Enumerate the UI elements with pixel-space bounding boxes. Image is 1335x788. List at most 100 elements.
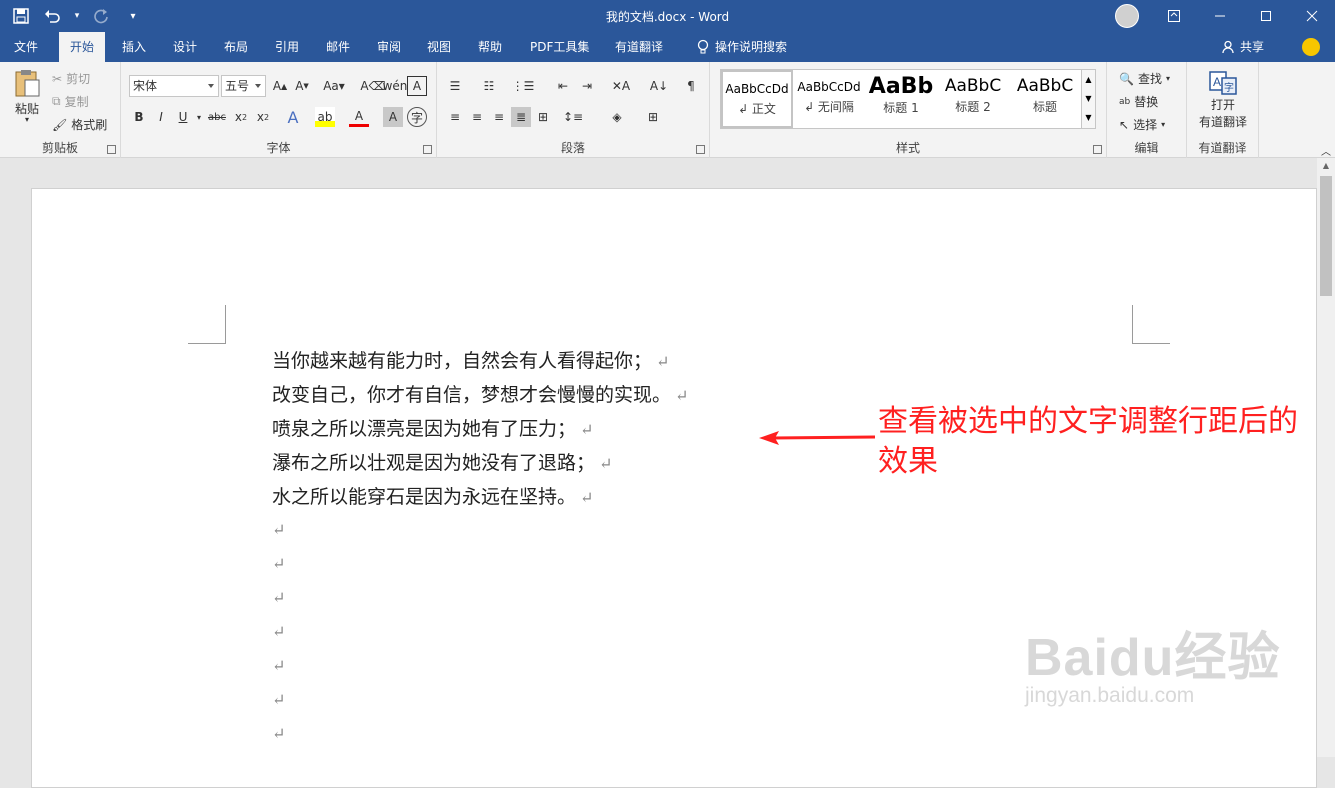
- tell-me-search[interactable]: 操作说明搜索: [686, 32, 798, 62]
- brush-icon: 🖌: [52, 117, 68, 132]
- empty-paragraph-mark[interactable]: ↵: [272, 520, 285, 539]
- style-normal[interactable]: AaBbCcDd ↲ 正文: [721, 70, 793, 128]
- change-case-icon[interactable]: Aa▾: [319, 76, 349, 96]
- style-heading-2[interactable]: AaBbC 标题 2: [937, 70, 1009, 128]
- empty-paragraph-mark[interactable]: ↵: [272, 588, 285, 607]
- tab-file[interactable]: 文件: [3, 32, 49, 62]
- tab-layout[interactable]: 布局: [213, 32, 259, 62]
- tab-insert[interactable]: 插入: [111, 32, 157, 62]
- tab-design[interactable]: 设计: [162, 32, 208, 62]
- tab-home[interactable]: 开始: [59, 32, 106, 62]
- tab-help[interactable]: 帮助: [467, 32, 513, 62]
- style-title[interactable]: AaBbC 标题: [1009, 70, 1081, 128]
- lightbulb-icon: [697, 39, 709, 54]
- font-launcher-icon[interactable]: [423, 145, 432, 154]
- empty-paragraph-mark[interactable]: ↵: [272, 622, 285, 641]
- multilevel-list-icon[interactable]: ⋮☰: [512, 76, 535, 96]
- highlight-icon[interactable]: ab: [315, 107, 335, 127]
- underline-dropdown-icon[interactable]: ▾: [189, 107, 209, 127]
- font-size-combo[interactable]: 五号: [221, 75, 266, 97]
- chevron-down-icon[interactable]: ▼: [1082, 89, 1095, 108]
- user-avatar[interactable]: [1115, 4, 1139, 28]
- document-line[interactable]: 瀑布之所以壮观是因为她没有了退路； ↵: [272, 448, 612, 475]
- italic-icon[interactable]: I: [151, 107, 171, 127]
- collapse-ribbon-icon[interactable]: ︿: [1316, 140, 1335, 160]
- tab-pdf-tools[interactable]: PDF工具集: [519, 32, 600, 62]
- character-shading-icon[interactable]: A: [383, 107, 403, 127]
- smiley-feedback-icon[interactable]: [1302, 38, 1320, 56]
- borders-icon[interactable]: ⊞: [643, 107, 663, 127]
- numbering-icon[interactable]: ☷: [479, 76, 499, 96]
- document-line[interactable]: 当你越来越有能力时，自然会有人看得起你； ↵: [272, 346, 669, 373]
- subscript-icon[interactable]: x2: [231, 107, 251, 127]
- decrease-indent-icon[interactable]: ⇤: [553, 76, 573, 96]
- styles-group-label: 样式: [895, 141, 920, 155]
- increase-indent-icon[interactable]: ⇥: [577, 76, 597, 96]
- ribbon-display-options-icon[interactable]: [1151, 0, 1197, 32]
- strikethrough-icon[interactable]: abc: [207, 107, 227, 127]
- empty-paragraph-mark[interactable]: ↵: [272, 656, 285, 675]
- style-heading-1[interactable]: AaBb 标题 1: [865, 70, 937, 128]
- bold-icon[interactable]: B: [129, 107, 149, 127]
- tab-references[interactable]: 引用: [264, 32, 310, 62]
- text-effects-icon[interactable]: A: [283, 107, 303, 127]
- sort-icon[interactable]: A↓: [649, 76, 669, 96]
- close-icon[interactable]: [1289, 0, 1335, 32]
- enclose-characters-icon[interactable]: 字: [407, 107, 427, 127]
- chevron-up-icon[interactable]: ▲: [1082, 70, 1095, 89]
- style-gallery-scroll[interactable]: ▲ ▼ ▼: [1081, 69, 1096, 129]
- format-painter-button[interactable]: 🖌 格式刷: [52, 116, 107, 133]
- style-no-spacing[interactable]: AaBbCcDd ↲ 无间隔: [793, 70, 865, 128]
- phonetic-guide-icon[interactable]: wén: [383, 76, 408, 96]
- empty-paragraph-mark[interactable]: ↵: [272, 690, 285, 709]
- paragraph-mark-icon: ↵: [580, 420, 594, 439]
- document-line[interactable]: 改变自己，你才有自信，梦想才会慢慢的实现。 ↵: [272, 380, 688, 407]
- maximize-icon[interactable]: [1243, 0, 1289, 32]
- empty-paragraph-mark[interactable]: ↵: [272, 554, 285, 573]
- line-spacing-icon[interactable]: ↕≡: [563, 107, 583, 127]
- tab-view[interactable]: 视图: [416, 32, 462, 62]
- clear-formatting-icon[interactable]: A⌫: [360, 76, 385, 96]
- vertical-scrollbar[interactable]: ▲: [1317, 158, 1335, 757]
- crop-mark-top-left: [188, 305, 226, 344]
- empty-paragraph-mark[interactable]: ↵: [272, 724, 285, 743]
- justify-icon[interactable]: ≣: [511, 107, 531, 127]
- scrollbar-thumb[interactable]: [1320, 176, 1332, 296]
- paragraph-mark-icon: ↵: [675, 386, 689, 405]
- paragraph-launcher-icon[interactable]: [696, 145, 705, 154]
- cut-button[interactable]: ✂ 剪切: [52, 70, 90, 87]
- font-color-icon[interactable]: A: [349, 107, 369, 127]
- style-heading-1-sample: AaBb: [868, 74, 934, 99]
- copy-button[interactable]: ⧉ 复制: [52, 93, 89, 110]
- clipboard-launcher-icon[interactable]: [107, 145, 116, 154]
- minimize-icon[interactable]: [1197, 0, 1243, 32]
- shading-icon[interactable]: ◈: [607, 107, 627, 127]
- open-youdao-button[interactable]: A字 打开 有道翻译: [1195, 70, 1251, 130]
- align-right-icon[interactable]: ≡: [489, 107, 509, 127]
- bullets-icon[interactable]: ☰: [445, 76, 465, 96]
- align-center-icon[interactable]: ≡: [467, 107, 487, 127]
- chinese-layout-icon[interactable]: ✕A: [611, 76, 631, 96]
- paste-button[interactable]: 粘贴 ▾: [10, 68, 44, 124]
- select-button[interactable]: ↖ 选择 ▾: [1119, 116, 1165, 133]
- tab-mailings[interactable]: 邮件: [315, 32, 361, 62]
- superscript-icon[interactable]: x2: [253, 107, 273, 127]
- shrink-font-icon[interactable]: A ▼: [292, 76, 312, 96]
- scroll-up-icon[interactable]: ▲: [1317, 158, 1335, 174]
- find-button[interactable]: 🔍 查找 ▾: [1119, 70, 1170, 87]
- gallery-more-icon[interactable]: ▼: [1082, 108, 1095, 127]
- share-button[interactable]: 共享: [1222, 32, 1264, 62]
- tab-youdao[interactable]: 有道翻译: [604, 32, 674, 62]
- character-border-icon[interactable]: A: [407, 76, 427, 96]
- align-left-icon[interactable]: ≡: [445, 107, 465, 127]
- replace-label: 替换: [1134, 95, 1159, 109]
- distributed-icon[interactable]: ⊞: [533, 107, 553, 127]
- document-line[interactable]: 喷泉之所以漂亮是因为她有了压力； ↵: [272, 414, 593, 441]
- show-marks-icon[interactable]: ¶: [681, 76, 701, 96]
- document-line[interactable]: 水之所以能穿石是因为永远在坚持。 ↵: [272, 482, 593, 509]
- replace-button[interactable]: ab 替换: [1119, 93, 1158, 110]
- font-name-combo[interactable]: 宋体: [129, 75, 219, 97]
- grow-font-icon[interactable]: A ▲: [270, 76, 290, 96]
- tab-review[interactable]: 审阅: [366, 32, 412, 62]
- styles-launcher-icon[interactable]: [1093, 145, 1102, 154]
